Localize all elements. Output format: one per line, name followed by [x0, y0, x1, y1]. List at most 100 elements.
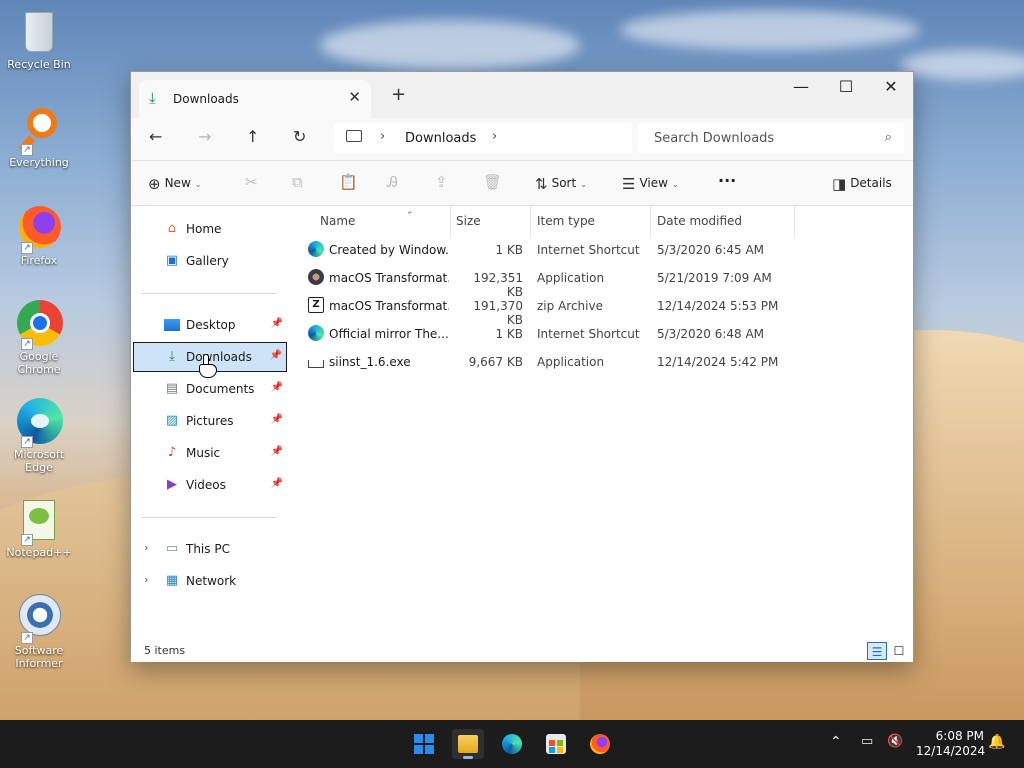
- nav-item-home[interactable]: ⌂ Home: [133, 214, 287, 244]
- this-pc-icon: ▭: [165, 541, 179, 556]
- desktop-icon-recycle-bin[interactable]: Recycle Bin: [4, 8, 74, 71]
- show-hidden-icons-button[interactable]: ⌃: [830, 734, 842, 750]
- sort-button[interactable]: ⇅ Sort ⌄: [535, 175, 587, 193]
- file-row[interactable]: Official mirror The... 1 KB Internet Sho…: [302, 320, 902, 348]
- home-icon: ⌂: [167, 221, 177, 236]
- details-view-button[interactable]: ☰: [867, 642, 887, 660]
- details-pane-button[interactable]: ◨ Details: [832, 175, 892, 193]
- folder-icon: [458, 735, 478, 753]
- everything-icon: ↗: [15, 106, 63, 156]
- column-divider[interactable]: [794, 206, 795, 238]
- nav-item-videos[interactable]: ▶ Videos 📌: [133, 470, 287, 500]
- rename-button[interactable]: Ꭿ: [387, 173, 398, 191]
- view-button[interactable]: ☰ View ⌄: [622, 175, 679, 193]
- new-tab-button[interactable]: +: [391, 84, 406, 105]
- nav-item-this-pc[interactable]: › ▭ This PC: [133, 534, 287, 564]
- share-button[interactable]: ⇪: [435, 173, 448, 191]
- nav-item-music[interactable]: ♪ Music 📌: [133, 438, 287, 468]
- plus-circle-icon: ⊕: [148, 175, 161, 193]
- firefox-icon: [590, 734, 610, 754]
- start-button[interactable]: [408, 729, 440, 759]
- column-header-name[interactable]: Name ⌃: [320, 211, 414, 228]
- new-button[interactable]: ⊕ New ⌄: [148, 175, 201, 193]
- clock[interactable]: 6:08 PM 12/14/2024: [916, 729, 986, 759]
- forward-button[interactable]: →: [198, 127, 211, 146]
- desktop-icon-google-chrome[interactable]: ↗ Google Chrome: [4, 300, 74, 376]
- minimize-button[interactable]: —: [781, 77, 821, 96]
- desktop-icon-everything[interactable]: ↗ Everything: [4, 106, 74, 169]
- desktop-icon-microsoft-edge[interactable]: ↗ Microsoft Edge: [4, 398, 74, 474]
- zip-archive-icon: Z: [308, 297, 324, 313]
- desktop-icon-firefox[interactable]: ↗ Firefox: [4, 204, 74, 267]
- nav-item-desktop[interactable]: Desktop 📌: [133, 310, 287, 340]
- desktop-icon-notepad-plus-plus[interactable]: ↗ Notepad++: [4, 496, 74, 559]
- sort-ascending-icon: ⌃: [406, 211, 414, 221]
- file-row[interactable]: macOS Transformat... 192,351 KB Applicat…: [302, 264, 902, 299]
- pin-icon[interactable]: 📌: [271, 382, 283, 393]
- file-row[interactable]: Z macOS Transformat... 191,370 KB zip Ar…: [302, 292, 902, 327]
- view-lines-icon: ☰: [622, 175, 636, 193]
- column-header-item-type[interactable]: Item type: [537, 214, 595, 228]
- file-explorer-window: ⤓ Downloads ✕ + — ☐ ✕ ← → ↑ ↻ › Download…: [130, 71, 914, 662]
- back-button[interactable]: ←: [149, 127, 162, 146]
- installer-icon: [308, 360, 324, 368]
- maximize-button[interactable]: ☐: [826, 77, 866, 96]
- chevron-down-icon: ⌄: [194, 180, 202, 189]
- download-icon: ⤓: [169, 349, 175, 364]
- chrome-icon: ↗: [15, 300, 63, 350]
- internet-shortcut-icon: [308, 325, 324, 341]
- pin-icon[interactable]: 📌: [271, 478, 283, 489]
- firefox-icon: ↗: [15, 204, 63, 254]
- edge-icon: [502, 734, 522, 754]
- column-divider[interactable]: [530, 206, 531, 238]
- nav-divider: [141, 293, 277, 294]
- column-header-date-modified[interactable]: Date modified: [657, 214, 742, 228]
- more-options-button[interactable]: ···: [718, 171, 736, 190]
- tab-downloads[interactable]: ⤓ Downloads ✕: [139, 80, 371, 118]
- cut-button[interactable]: ✂: [245, 173, 258, 191]
- column-header-size[interactable]: Size: [456, 214, 481, 228]
- taskbar-firefox[interactable]: [584, 729, 616, 759]
- breadcrumb-separator-end[interactable]: ›: [492, 129, 497, 144]
- nav-item-network[interactable]: › ▦ Network: [133, 566, 287, 596]
- close-button[interactable]: ✕: [871, 77, 911, 96]
- taskbar-file-explorer[interactable]: [452, 729, 484, 759]
- active-indicator: [463, 756, 473, 759]
- taskbar-microsoft-store[interactable]: [540, 729, 572, 759]
- network-icon[interactable]: ▭: [861, 734, 873, 749]
- pin-icon[interactable]: 📌: [271, 446, 283, 457]
- this-pc-icon: [346, 130, 362, 142]
- paste-button[interactable]: 📋: [339, 173, 358, 191]
- file-row[interactable]: Created by Window... 1 KB Internet Short…: [302, 236, 902, 264]
- volume-muted-icon[interactable]: 🔇: [887, 734, 903, 749]
- file-row[interactable]: siinst_1.6.exe 9,667 KB Application 12/1…: [302, 348, 902, 376]
- address-bar[interactable]: › Downloads ›: [334, 123, 632, 153]
- edge-icon: ↗: [15, 398, 63, 448]
- notification-bell-icon[interactable]: 🔔: [988, 734, 1005, 750]
- taskbar: ⌃ ▭ 🔇 6:08 PM 12/14/2024 🔔: [0, 720, 1024, 768]
- copy-button[interactable]: ⧉: [292, 173, 303, 191]
- desktop-icon-software-informer[interactable]: ↗ Software Informer: [4, 594, 74, 670]
- large-icons-view-button[interactable]: ☐: [889, 642, 909, 660]
- clock-date: 12/14/2024: [916, 744, 986, 758]
- pictures-icon: ▨: [165, 413, 179, 428]
- nav-item-pictures[interactable]: ▨ Pictures 📌: [133, 406, 287, 436]
- software-informer-icon: ↗: [15, 594, 63, 644]
- refresh-button[interactable]: ↻: [293, 127, 306, 146]
- breadcrumb-downloads[interactable]: Downloads: [405, 131, 476, 146]
- breadcrumb-separator[interactable]: ›: [380, 129, 385, 144]
- pin-icon[interactable]: 📌: [271, 414, 283, 425]
- store-icon: [546, 734, 566, 754]
- pin-icon[interactable]: 📌: [271, 318, 283, 329]
- nav-item-gallery[interactable]: ▣ Gallery: [133, 246, 287, 276]
- pin-icon[interactable]: 📌: [270, 350, 282, 361]
- delete-button[interactable]: 🗑: [483, 173, 502, 191]
- taskbar-edge[interactable]: [496, 729, 528, 759]
- column-divider[interactable]: [450, 206, 451, 238]
- search-input[interactable]: Search Downloads ⌕: [638, 123, 904, 153]
- up-button[interactable]: ↑: [246, 127, 259, 146]
- expand-chevron-icon[interactable]: ›: [144, 541, 148, 554]
- column-divider[interactable]: [650, 206, 651, 238]
- tab-close-button[interactable]: ✕: [348, 88, 361, 106]
- expand-chevron-icon[interactable]: ›: [144, 573, 148, 586]
